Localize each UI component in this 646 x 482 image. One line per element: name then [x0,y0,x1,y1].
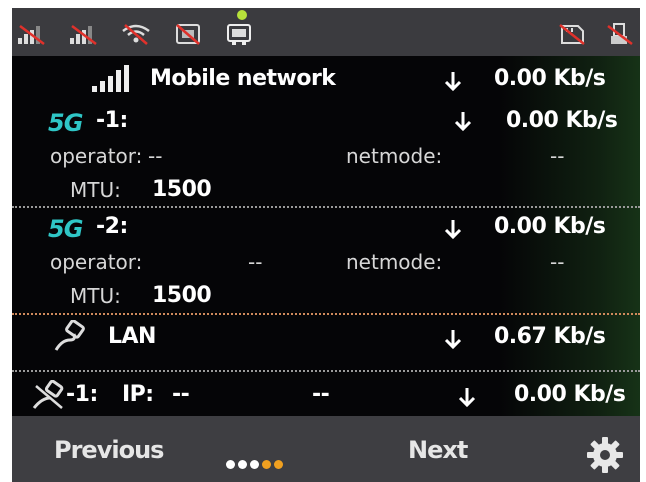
page-indicator [226,454,286,469]
no-signal-icon [68,22,100,46]
page-dot [238,460,247,469]
lan1-name: -1: [66,382,98,407]
no-signal-icon [16,22,48,46]
mobile-network-rate: 0.00 Kb/s [494,66,606,91]
modem2-netmode-value: -- [550,250,565,274]
5g-badge-icon: 5G [48,215,83,243]
lan1-ip-label: IP: [122,382,154,407]
section-divider [12,206,640,208]
modem2-rate: 0.00 Kb/s [494,214,606,239]
modem1-operator-value: -- [148,144,163,168]
ethernet-disconnected-icon [32,379,68,410]
section-divider [12,313,640,315]
signal-bars-icon [90,64,130,94]
bottom-navigation-bar: Previous Next [12,416,640,482]
modem1-operator-label: operator: [50,144,143,168]
no-sim-icon [172,22,204,46]
modem2-name: -2: [96,214,128,239]
device-screen: Mobile network 0.00 Kb/s 5G -1: 0.00 Kb/… [12,8,640,482]
page-dot [250,460,259,469]
modem1-netmode-label: netmode: [346,144,443,168]
section-divider [12,370,640,372]
ethernet-icon [52,319,88,354]
gear-icon[interactable] [586,436,624,474]
modem1-name: -1: [96,108,128,133]
modem1-netmode-value: -- [550,144,565,168]
lan1-ip-value: -- [172,382,190,407]
download-arrow-icon [454,110,472,132]
sim-icon [224,22,256,46]
next-button[interactable]: Next [408,436,468,464]
download-arrow-icon [458,386,476,408]
modem2-mtu-label: MTU: [70,284,121,308]
page-dot [262,460,271,469]
lan-rate: 0.67 Kb/s [494,324,606,349]
modem2-mtu-value: 1500 [152,283,212,308]
modem2-operator-value: -- [248,250,263,274]
lan-label: LAN [108,324,156,349]
lan1-rate: 0.00 Kb/s [514,382,626,407]
no-sd-card-icon [556,22,588,46]
modem2-operator-label: operator: [50,250,143,274]
modem1-mtu-value: 1500 [152,177,212,202]
no-wifi-icon [120,22,152,46]
status-bar [12,8,640,56]
download-arrow-icon [444,70,462,92]
download-arrow-icon [444,218,462,240]
mobile-network-title: Mobile network [150,66,336,91]
status-indicator-dot [237,10,247,20]
lan1-extra-value: -- [312,382,330,407]
modem1-mtu-label: MTU: [70,178,121,202]
download-arrow-icon [444,328,462,350]
previous-button[interactable]: Previous [54,436,164,464]
5g-badge-icon: 5G [48,109,83,137]
modem2-netmode-label: netmode: [346,250,443,274]
page-dot [274,460,283,469]
modem1-rate: 0.00 Kb/s [506,108,618,133]
no-usb-icon [606,22,634,46]
page-dot [226,460,235,469]
